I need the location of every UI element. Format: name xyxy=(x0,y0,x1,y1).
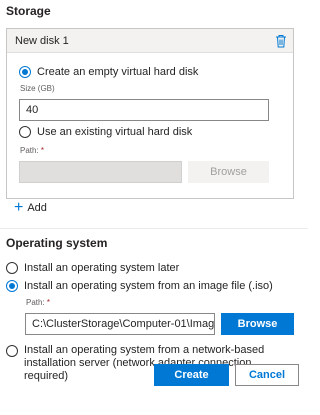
plus-icon: + xyxy=(14,199,24,216)
disk-card: New disk 1 Create an empty virtual hard … xyxy=(6,28,294,199)
radio-install-later-label: Install an operating system later xyxy=(24,262,180,274)
radio-existing-disk-label: Use an existing virtual hard disk xyxy=(37,126,193,138)
radio-button[interactable] xyxy=(6,280,18,292)
trash-icon[interactable] xyxy=(275,34,287,48)
storage-section-title: Storage xyxy=(6,4,51,18)
disk-title: New disk 1 xyxy=(15,35,69,47)
iso-path-label-text: Path: xyxy=(26,298,45,307)
disk-card-header: New disk 1 xyxy=(7,29,293,53)
radio-existing-disk[interactable]: Use an existing virtual hard disk xyxy=(19,126,192,138)
disk-path-label: Path: * xyxy=(20,146,44,155)
radio-create-empty-disk[interactable]: Create an empty virtual hard disk xyxy=(19,66,198,78)
cancel-button[interactable]: Cancel xyxy=(235,364,299,386)
iso-path-input[interactable]: C:\ClusterStorage\Computer-01\Images\en_… xyxy=(25,313,215,335)
iso-browse-button[interactable]: Browse xyxy=(221,313,294,335)
radio-button[interactable] xyxy=(19,66,31,78)
radio-install-later[interactable]: Install an operating system later xyxy=(6,262,179,274)
os-section-title: Operating system xyxy=(6,236,108,250)
add-disk-label: Add xyxy=(27,202,47,214)
radio-install-iso[interactable]: Install an operating system from an imag… xyxy=(6,280,273,292)
radio-install-iso-label: Install an operating system from an imag… xyxy=(24,280,273,292)
required-marker: * xyxy=(40,146,45,155)
size-input[interactable]: 40 xyxy=(19,99,269,121)
radio-button[interactable] xyxy=(6,345,18,357)
required-marker: * xyxy=(46,298,51,307)
radio-button[interactable] xyxy=(19,126,31,138)
size-label: Size (GB) xyxy=(20,84,55,93)
create-button[interactable]: Create xyxy=(154,364,229,386)
add-disk-button[interactable]: + Add xyxy=(14,199,47,216)
radio-button[interactable] xyxy=(6,262,18,274)
disk-path-input[interactable] xyxy=(19,161,182,183)
section-divider xyxy=(0,228,308,229)
disk-browse-button[interactable]: Browse xyxy=(188,161,269,183)
iso-path-label: Path: * xyxy=(26,298,50,307)
disk-path-label-text: Path: xyxy=(20,146,39,155)
radio-create-empty-disk-label: Create an empty virtual hard disk xyxy=(37,66,199,78)
